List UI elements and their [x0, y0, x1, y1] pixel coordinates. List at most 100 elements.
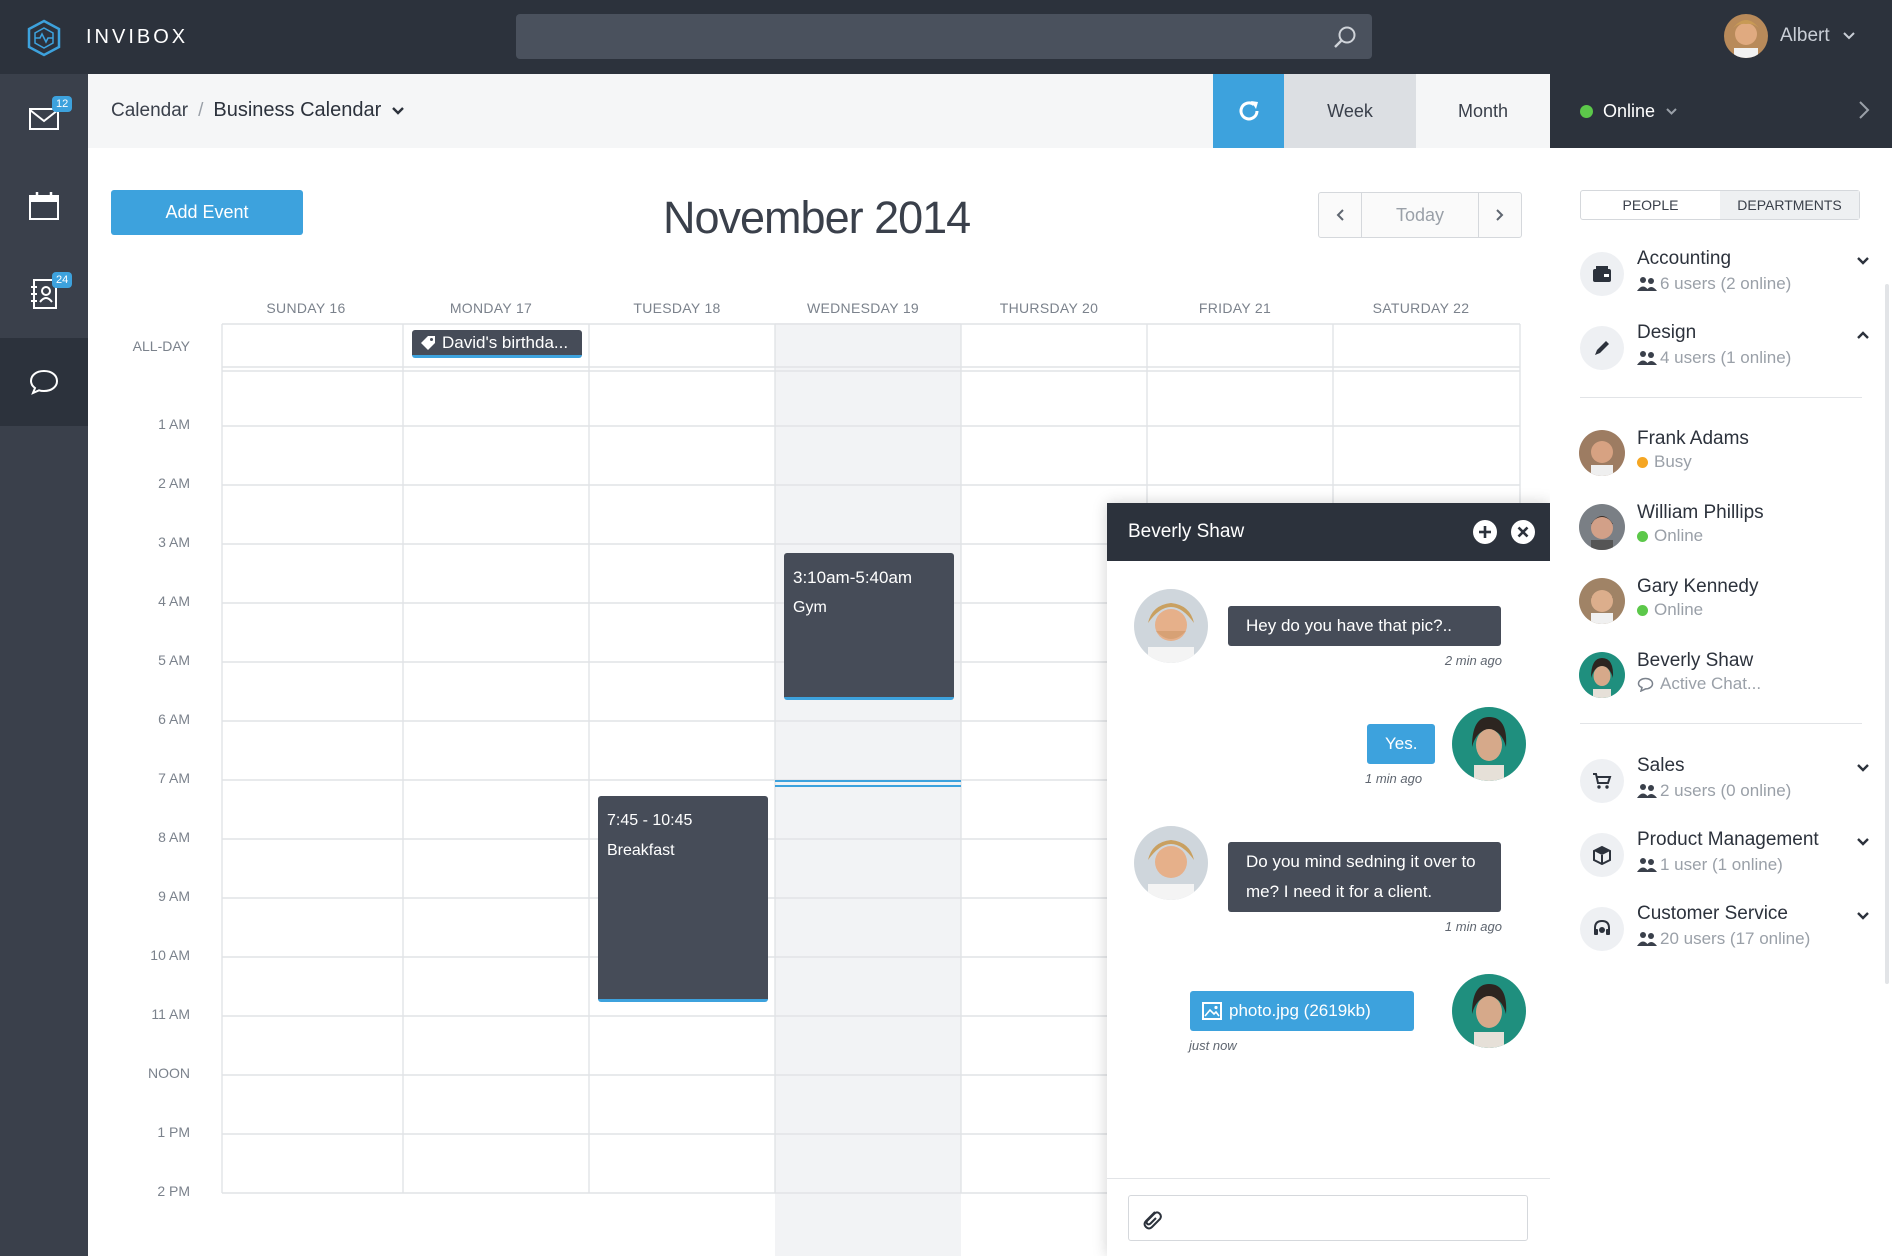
- contacts-badge: 24: [52, 272, 73, 288]
- hour-label: 1 PM: [157, 1124, 190, 1140]
- hour-label: 5 AM: [158, 652, 190, 668]
- mail-badge: 12: [52, 96, 73, 112]
- chat-icon: [1637, 677, 1654, 692]
- calendar-event[interactable]: 7:45 - 10:45 Breakfast: [598, 796, 768, 1002]
- hour-label: 7 AM: [158, 770, 190, 786]
- department-customer-service[interactable]: Customer Service 20 users (17 online): [1580, 899, 1870, 959]
- avatar: [1452, 707, 1526, 781]
- chat-header: Beverly Shaw: [1107, 503, 1550, 561]
- sidebar-item-contacts[interactable]: 24: [0, 250, 88, 338]
- message-time: just now: [1189, 1038, 1237, 1053]
- avatar: [1134, 589, 1208, 663]
- chat-icon: [29, 369, 59, 395]
- search-input[interactable]: [516, 14, 1372, 59]
- department-accounting[interactable]: Accounting 6 users (2 online): [1580, 244, 1870, 304]
- chevron-down-icon[interactable]: [1856, 763, 1870, 773]
- sidebar-item-chat[interactable]: [0, 338, 88, 426]
- calendar-icon: [29, 192, 59, 220]
- event-title: Breakfast: [607, 842, 675, 859]
- calendar-event[interactable]: 3:10am-5:40am Gym: [784, 553, 954, 700]
- chevron-right-icon[interactable]: [1858, 100, 1870, 120]
- wallet-icon: [1580, 252, 1624, 296]
- department-product-management[interactable]: Product Management 1 user (1 online): [1580, 825, 1870, 885]
- add-icon[interactable]: [1472, 519, 1498, 545]
- app-name: INVIBOX: [86, 26, 189, 48]
- cart-icon: [1580, 759, 1624, 803]
- scrollbar[interactable]: [1885, 284, 1889, 984]
- attachment-message[interactable]: photo.jpg (2619kb): [1190, 991, 1414, 1031]
- users-icon: [1637, 858, 1657, 872]
- person-item[interactable]: Frank Adams Busy: [1579, 426, 1869, 484]
- tag-icon: [421, 335, 435, 350]
- people-tabs: PEOPLE DEPARTMENTS: [1580, 190, 1860, 220]
- department-name: Sales: [1637, 755, 1685, 776]
- hour-label: 10 AM: [150, 947, 190, 963]
- person-item[interactable]: Gary Kennedy Online: [1579, 574, 1869, 632]
- person-name: William Phillips: [1637, 502, 1764, 523]
- hour-label: 2 PM: [157, 1183, 190, 1199]
- avatar: [1579, 652, 1625, 698]
- department-name: Design: [1637, 322, 1697, 343]
- users-icon: [1637, 784, 1657, 798]
- allday-label: ALL-DAY: [132, 338, 190, 354]
- department-users: 6 users (2 online): [1637, 274, 1791, 294]
- headset-icon: [1580, 907, 1624, 951]
- department-name: Accounting: [1637, 248, 1732, 269]
- department-users: 4 users (1 online): [1637, 348, 1791, 368]
- status-label: Online: [1603, 101, 1656, 121]
- close-icon[interactable]: [1510, 519, 1536, 545]
- avatar: [1579, 578, 1625, 624]
- users-icon: [1637, 932, 1657, 946]
- department-name: Product Management: [1637, 829, 1819, 850]
- people-panel: Online PEOPLE DEPARTMENTS Accounting 6 u…: [1550, 74, 1892, 1256]
- attachment-name: photo.jpg (2619kb): [1229, 1001, 1371, 1020]
- tab-people[interactable]: PEOPLE: [1581, 191, 1720, 219]
- logo-icon[interactable]: [26, 19, 62, 57]
- user-menu[interactable]: Albert: [1724, 14, 1856, 58]
- user-avatar: [1724, 14, 1768, 58]
- chat-message: Yes.: [1367, 724, 1435, 764]
- chevron-up-icon[interactable]: [1856, 330, 1870, 340]
- avatar: [1579, 504, 1625, 550]
- left-sidebar: 12 24: [0, 74, 88, 1256]
- hour-label: 4 AM: [158, 593, 190, 609]
- person-status: Online: [1637, 600, 1703, 620]
- allday-event-title: David's birthda...: [442, 332, 569, 352]
- tab-departments[interactable]: DEPARTMENTS: [1720, 191, 1859, 219]
- department-sales[interactable]: Sales 2 users (0 online): [1580, 751, 1870, 811]
- hour-label: 9 AM: [158, 888, 190, 904]
- sidebar-item-mail[interactable]: 12: [0, 74, 88, 162]
- chevron-down-icon[interactable]: [1856, 911, 1870, 921]
- chevron-down-icon[interactable]: [1856, 837, 1870, 847]
- chat-window: Beverly Shaw Hey do you have that pic?..…: [1107, 503, 1550, 1256]
- hour-label: 2 AM: [158, 475, 190, 491]
- status-dot: [1637, 604, 1648, 616]
- message-time: 1 min ago: [1365, 771, 1423, 786]
- department-users: 1 user (1 online): [1637, 855, 1783, 875]
- top-bar: INVIBOX Albert: [0, 0, 1892, 74]
- department-design[interactable]: Design 4 users (1 online): [1580, 318, 1870, 378]
- search-icon[interactable]: [1332, 24, 1358, 50]
- status-selector[interactable]: Online: [1580, 101, 1678, 122]
- person-status: Online: [1637, 526, 1703, 546]
- box-icon: [1580, 833, 1624, 877]
- status-dot: [1637, 456, 1648, 468]
- status-dot: [1637, 530, 1648, 542]
- person-item[interactable]: Beverly Shaw Active Chat...: [1579, 648, 1869, 706]
- paperclip-icon[interactable]: [1141, 1208, 1163, 1230]
- sidebar-item-calendar[interactable]: [0, 162, 88, 250]
- chevron-down-icon[interactable]: [1856, 256, 1870, 266]
- hour-label: 8 AM: [158, 829, 190, 845]
- person-name: Beverly Shaw: [1637, 650, 1754, 671]
- person-status: Busy: [1637, 452, 1692, 472]
- hour-label: 3 AM: [158, 534, 190, 550]
- divider: [1580, 397, 1862, 398]
- chat-message: Hey do you have that pic?..: [1228, 606, 1501, 646]
- avatar: [1452, 974, 1526, 1048]
- chat-message-input[interactable]: [1128, 1195, 1528, 1241]
- divider: [1107, 1178, 1550, 1179]
- department-name: Customer Service: [1637, 903, 1788, 924]
- allday-event[interactable]: David's birthda...: [412, 330, 582, 358]
- chevron-down-icon: [1842, 32, 1855, 40]
- person-item[interactable]: William Phillips Online: [1579, 500, 1869, 558]
